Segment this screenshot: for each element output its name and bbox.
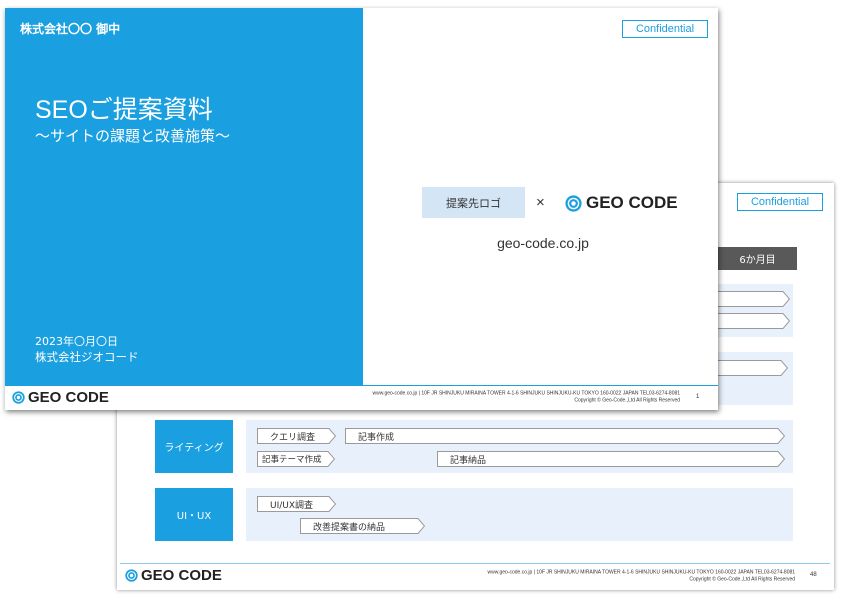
company-url: geo-code.co.jp — [497, 235, 589, 251]
title-panel: 株式会社〇〇 御中 SEOご提案資料 ～サイトの課題と改善施策～ 2023年〇月… — [5, 8, 363, 385]
geo-code-logo-icon — [125, 569, 138, 582]
row-label-uiux: UI・UX — [155, 488, 233, 541]
geo-code-logo-icon — [565, 194, 582, 212]
task-label: UI/UX調査 — [270, 500, 314, 511]
task-label: クエリ調査 — [270, 432, 316, 443]
arrow-shape — [437, 451, 785, 467]
task-label: 記事テーマ作成 — [262, 455, 322, 465]
footer-logo: GEO CODE — [12, 389, 109, 406]
footer-address: www.geo-code.co.jp | 10F JR SHINJUKU MIR… — [487, 569, 795, 576]
task-arrow-proposal-delivery: 改善提案書の納品 — [300, 518, 425, 534]
page-number: 48 — [810, 572, 817, 578]
task-arrow-article-theme: 記事テーマ作成 — [257, 451, 335, 467]
footer-logo: GEO CODE — [125, 567, 222, 584]
geo-code-logo-icon — [12, 391, 25, 404]
footer-address: www.geo-code.co.jp | 10F JR SHINJUKU MIR… — [372, 390, 680, 397]
title-slide: 株式会社〇〇 御中 SEOご提案資料 ～サイトの課題と改善施策～ 2023年〇月… — [5, 8, 718, 410]
task-label: 記事納品 — [450, 455, 487, 466]
client-logo-placeholder: 提案先ロゴ — [422, 187, 525, 218]
task-arrow-article-writing: 記事作成 — [345, 428, 785, 444]
footer-divider — [5, 385, 718, 386]
footer-copyright: Copyright © Geo-Code.,Ltd All Rights Res… — [689, 576, 795, 583]
arrow-shape — [345, 428, 785, 444]
column-header-month-6: 6か月目 — [718, 247, 797, 270]
footer-text: www.geo-code.co.jp | 10F JR SHINJUKU MIR… — [487, 569, 795, 583]
logo-text: GEO CODE — [28, 389, 109, 406]
page-number: 1 — [696, 394, 700, 400]
row-label-writing: ライティング — [155, 420, 233, 473]
logo-text: GEO CODE — [141, 567, 222, 584]
task-arrow-article-delivery: 記事納品 — [437, 451, 785, 467]
task-label: 記事作成 — [358, 432, 395, 443]
footer-text: www.geo-code.co.jp | 10F JR SHINJUKU MIR… — [372, 390, 680, 404]
logo-text: GEO CODE — [586, 193, 678, 212]
confidential-badge: Confidential — [737, 193, 823, 211]
times-symbol: × — [536, 194, 545, 211]
task-arrow-uiux-research: UI/UX調査 — [257, 496, 336, 512]
addressee: 株式会社〇〇 御中 — [20, 22, 121, 36]
footer-divider — [120, 563, 830, 564]
confidential-badge: Confidential — [622, 20, 708, 38]
task-label: 改善提案書の納品 — [313, 522, 386, 533]
task-arrow-query-research: クエリ調査 — [257, 428, 336, 444]
company-logo: GEO CODE — [565, 193, 678, 213]
slide-title: SEOご提案資料 — [35, 96, 213, 124]
footer-copyright: Copyright © Geo-Code.,Ltd All Rights Res… — [574, 397, 680, 404]
presentation-date: 2023年〇月〇日 — [35, 335, 118, 348]
presenter-company: 株式会社ジオコード — [35, 350, 139, 364]
slide-subtitle: ～サイトの課題と改善施策～ — [35, 127, 231, 145]
